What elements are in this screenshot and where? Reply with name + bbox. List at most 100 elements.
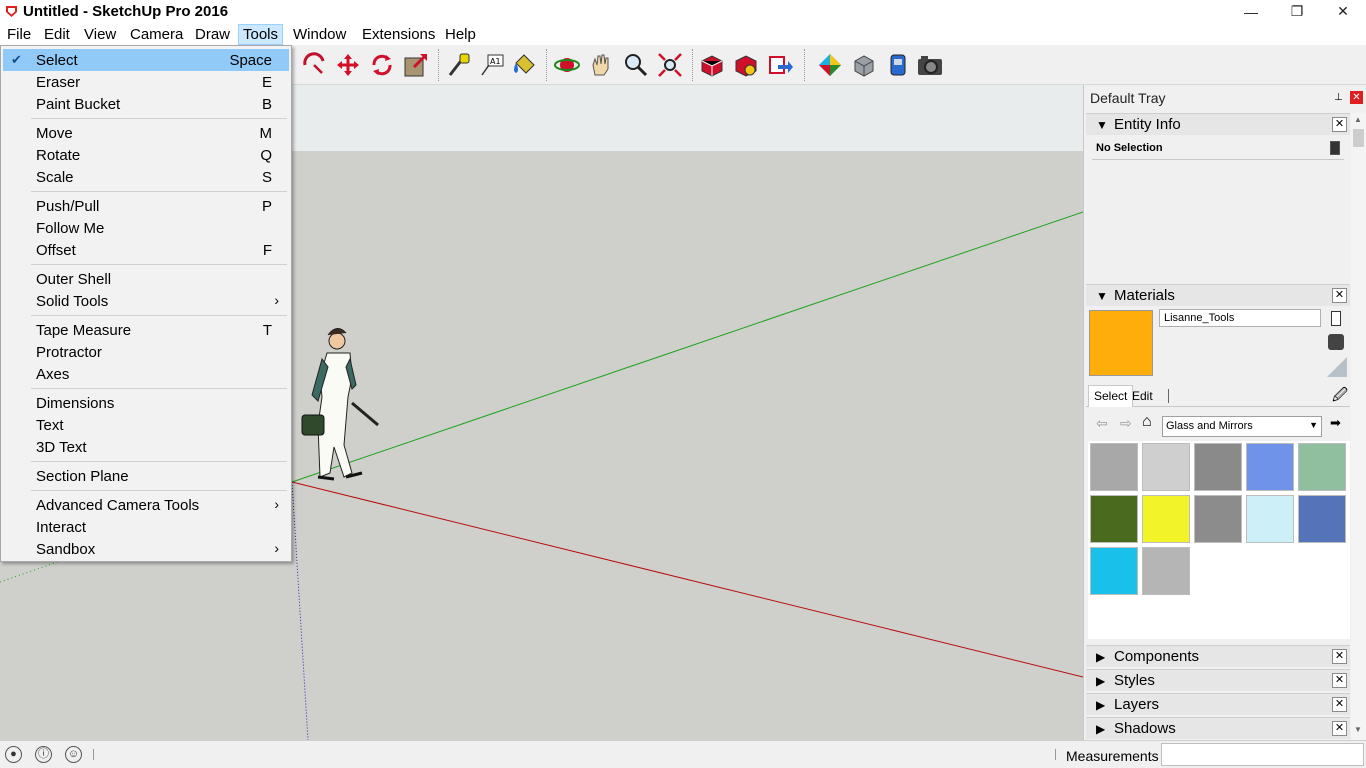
styles-icon[interactable] bbox=[816, 51, 844, 79]
material-swatch[interactable] bbox=[1142, 443, 1190, 491]
close-layers-icon[interactable]: ✕ bbox=[1332, 697, 1347, 712]
entity-info-header[interactable]: ▼ Entity Info ✕ bbox=[1086, 113, 1350, 135]
close-shadows-icon[interactable]: ✕ bbox=[1332, 721, 1347, 736]
forward-arrow-icon[interactable]: ⇨ bbox=[1120, 415, 1132, 432]
menu-item-eraser[interactable]: Eraser E bbox=[3, 71, 289, 93]
menu-item-advanced-camera-tools[interactable]: Advanced Camera Tools › bbox=[3, 494, 289, 516]
extension-warehouse-icon[interactable] bbox=[732, 51, 760, 79]
menu-item-paint-bucket[interactable]: Paint Bucket B bbox=[3, 93, 289, 115]
close-tray-icon[interactable]: ✕ bbox=[1350, 91, 1363, 104]
material-swatch[interactable] bbox=[1142, 547, 1190, 595]
menu-tools[interactable]: Tools bbox=[238, 24, 284, 45]
orbit-icon[interactable] bbox=[553, 51, 581, 79]
menu-item-protractor[interactable]: Protractor bbox=[3, 341, 289, 363]
warehouse-icon[interactable] bbox=[698, 51, 726, 79]
material-swatch[interactable] bbox=[1194, 443, 1242, 491]
menu-item-rotate[interactable]: Rotate Q bbox=[3, 144, 289, 166]
menu-extensions[interactable]: Extensions bbox=[358, 24, 439, 45]
menu-window[interactable]: Window bbox=[289, 24, 350, 45]
menu-item-select[interactable]: ✔ Select Space bbox=[3, 49, 289, 71]
text-tool-icon[interactable]: A1 bbox=[478, 51, 506, 79]
menu-item-follow-me[interactable]: Follow Me bbox=[3, 217, 289, 239]
menu-draw[interactable]: Draw bbox=[191, 24, 234, 45]
component-icon[interactable] bbox=[850, 51, 878, 79]
menu-camera[interactable]: Camera bbox=[126, 24, 187, 45]
geo-location-icon[interactable]: ● bbox=[5, 746, 22, 763]
material-swatch[interactable] bbox=[1142, 495, 1190, 543]
menu-item-scale[interactable]: Scale S bbox=[3, 166, 289, 188]
current-material-swatch[interactable] bbox=[1089, 310, 1153, 376]
restore-button[interactable]: ❐ bbox=[1274, 0, 1320, 23]
menu-edit[interactable]: Edit bbox=[40, 24, 74, 45]
tray-scrollbar[interactable]: ▲ ▼ bbox=[1351, 113, 1366, 740]
scroll-up-icon[interactable]: ▲ bbox=[1354, 115, 1362, 124]
close-window-button[interactable]: ✕ bbox=[1320, 0, 1366, 23]
menu-item-push-pull[interactable]: Push/Pull P bbox=[3, 195, 289, 217]
menu-item-offset[interactable]: Offset F bbox=[3, 239, 289, 261]
camera-icon[interactable] bbox=[916, 51, 944, 79]
tab-select[interactable]: Select bbox=[1088, 385, 1134, 407]
share-model-icon[interactable] bbox=[766, 51, 794, 79]
material-swatch[interactable] bbox=[1246, 443, 1294, 491]
tab-edit[interactable]: Edit bbox=[1132, 389, 1153, 403]
scroll-thumb[interactable] bbox=[1353, 129, 1364, 147]
paint-material-icon[interactable] bbox=[1328, 334, 1344, 350]
material-swatch[interactable] bbox=[1090, 547, 1138, 595]
styles-header[interactable]: ▶ Styles ✕ bbox=[1086, 669, 1350, 691]
scale-tool-icon[interactable] bbox=[402, 51, 430, 79]
credits-icon[interactable]: ⓘ bbox=[35, 746, 52, 763]
menu-item-dimensions[interactable]: Dimensions bbox=[3, 392, 289, 414]
library-select[interactable]: Glass and Mirrors ▼ bbox=[1162, 416, 1322, 437]
material-swatch[interactable] bbox=[1298, 443, 1346, 491]
close-materials-icon[interactable]: ✕ bbox=[1332, 288, 1347, 303]
layers-header[interactable]: ▶ Layers ✕ bbox=[1086, 693, 1350, 715]
materials-header[interactable]: ▼ Materials ✕ bbox=[1086, 284, 1350, 306]
tape-measure-icon[interactable] bbox=[444, 51, 472, 79]
measurements-input[interactable] bbox=[1161, 743, 1364, 766]
move-tool-icon[interactable] bbox=[334, 51, 362, 79]
menu-item-section-plane[interactable]: Section Plane bbox=[3, 465, 289, 487]
rotate-arrows-icon[interactable] bbox=[368, 51, 396, 79]
scroll-down-icon[interactable]: ▼ bbox=[1354, 725, 1362, 734]
home-icon[interactable]: ⌂ bbox=[1142, 413, 1152, 431]
sample-paint-icon[interactable] bbox=[1327, 357, 1347, 377]
material-swatch[interactable] bbox=[1246, 495, 1294, 543]
create-material-icon[interactable] bbox=[1331, 311, 1341, 326]
layers-title: Layers bbox=[1114, 696, 1160, 713]
zoom-icon[interactable] bbox=[621, 51, 649, 79]
menu-item-interact[interactable]: Interact bbox=[3, 516, 289, 538]
back-arrow-icon[interactable]: ⇦ bbox=[1096, 415, 1108, 432]
menu-item-solid-tools[interactable]: Solid Tools › bbox=[3, 290, 289, 312]
minimize-button[interactable]: — bbox=[1228, 0, 1274, 23]
menu-item-text[interactable]: Text bbox=[3, 414, 289, 436]
eyedropper-icon[interactable]: 🖉 bbox=[1332, 385, 1348, 410]
pan-icon[interactable] bbox=[587, 51, 615, 79]
rotate-tool-icon[interactable] bbox=[300, 51, 328, 79]
details-arrow-icon[interactable]: ➡ bbox=[1330, 415, 1341, 431]
material-swatch[interactable] bbox=[1298, 495, 1346, 543]
material-swatch[interactable] bbox=[1194, 495, 1242, 543]
layer-icon[interactable] bbox=[884, 51, 912, 79]
zoom-extents-icon[interactable] bbox=[656, 51, 684, 79]
menu-item-tape-measure[interactable]: Tape Measure T bbox=[3, 319, 289, 341]
menu-item-sandbox[interactable]: Sandbox › bbox=[3, 538, 289, 560]
close-entity-info-icon[interactable]: ✕ bbox=[1332, 117, 1347, 132]
paint-bucket-icon[interactable] bbox=[510, 51, 538, 79]
menu-view[interactable]: View bbox=[80, 24, 120, 45]
user-icon[interactable]: ☺ bbox=[65, 746, 82, 763]
menu-item-outer-shell[interactable]: Outer Shell bbox=[3, 268, 289, 290]
menu-file[interactable]: File bbox=[3, 24, 35, 45]
menu-item-axes[interactable]: Axes bbox=[3, 363, 289, 385]
entity-info-details-icon[interactable] bbox=[1330, 141, 1340, 155]
pin-tray-icon[interactable]: ⊥ bbox=[1334, 92, 1343, 103]
shadows-header[interactable]: ▶ Shadows ✕ bbox=[1086, 717, 1350, 739]
menu-help[interactable]: Help bbox=[441, 24, 480, 45]
material-swatch[interactable] bbox=[1090, 443, 1138, 491]
menu-item-3d-text[interactable]: 3D Text bbox=[3, 436, 289, 458]
material-swatch[interactable] bbox=[1090, 495, 1138, 543]
menu-item-move[interactable]: Move M bbox=[3, 122, 289, 144]
close-components-icon[interactable]: ✕ bbox=[1332, 649, 1347, 664]
material-name-input[interactable] bbox=[1159, 309, 1321, 327]
close-styles-icon[interactable]: ✕ bbox=[1332, 673, 1347, 688]
components-header[interactable]: ▶ Components ✕ bbox=[1086, 645, 1350, 667]
